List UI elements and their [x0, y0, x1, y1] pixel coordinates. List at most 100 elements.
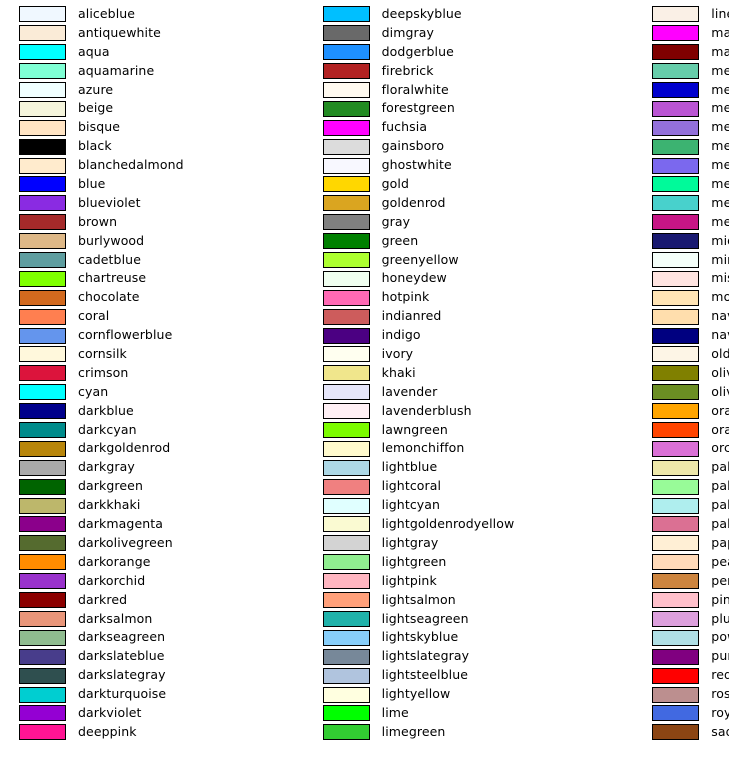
color-swatch[interactable] — [652, 592, 700, 609]
color-swatch[interactable] — [19, 138, 66, 155]
color-row[interactable]: mediumturquoise — [652, 194, 729, 213]
color-row[interactable]: mediumslateblue — [652, 156, 729, 175]
color-swatch[interactable] — [322, 365, 370, 382]
color-swatch[interactable] — [19, 535, 66, 552]
color-row[interactable]: blue — [19, 175, 105, 194]
color-row[interactable]: mediumaquamarine — [652, 62, 729, 81]
color-swatch[interactable] — [652, 195, 700, 212]
color-swatch[interactable] — [322, 214, 370, 231]
color-row[interactable]: limegreen — [322, 723, 446, 742]
color-row[interactable]: goldenrod — [322, 194, 446, 213]
color-swatch[interactable] — [19, 44, 66, 61]
color-row[interactable]: beige — [19, 99, 113, 118]
color-row[interactable]: lime — [322, 704, 409, 723]
color-swatch[interactable] — [322, 327, 370, 344]
color-row[interactable]: dodgerblue — [322, 43, 454, 62]
color-swatch[interactable] — [652, 44, 700, 61]
color-swatch[interactable] — [19, 724, 66, 741]
color-swatch[interactable] — [652, 478, 700, 495]
color-row[interactable]: ghostwhite — [322, 156, 452, 175]
color-row[interactable]: chartreuse — [19, 269, 146, 288]
color-row[interactable]: mediumseagreen — [652, 137, 729, 156]
color-swatch[interactable] — [652, 440, 700, 457]
color-row[interactable]: lavenderblush — [322, 402, 472, 421]
color-swatch[interactable] — [19, 686, 66, 703]
color-row[interactable]: greenyellow — [322, 251, 459, 270]
color-swatch[interactable] — [322, 516, 370, 533]
color-row[interactable]: mediumorchid — [652, 99, 729, 118]
color-row[interactable]: lightyellow — [322, 685, 451, 704]
color-row[interactable]: aqua — [19, 43, 110, 62]
color-row[interactable]: honeydew — [322, 269, 447, 288]
color-swatch[interactable] — [19, 554, 66, 571]
color-swatch[interactable] — [652, 554, 700, 571]
color-swatch[interactable] — [652, 629, 700, 646]
color-row[interactable]: deeppink — [19, 723, 137, 742]
color-row[interactable]: darkkhaki — [19, 496, 140, 515]
color-row[interactable]: cornsilk — [19, 345, 127, 364]
color-swatch[interactable] — [19, 63, 66, 80]
color-row[interactable]: mistyrose — [652, 269, 729, 288]
color-swatch[interactable] — [322, 459, 370, 476]
color-row[interactable]: darkgray — [19, 458, 135, 477]
color-swatch[interactable] — [322, 629, 370, 646]
color-swatch[interactable] — [19, 214, 66, 231]
color-row[interactable]: rosybrown — [652, 685, 729, 704]
color-row[interactable]: darkgoldenrod — [19, 439, 170, 458]
color-row[interactable]: mediumspringgreen — [652, 175, 729, 194]
color-row[interactable]: aquamarine — [19, 62, 154, 81]
color-swatch[interactable] — [322, 724, 370, 741]
color-row[interactable]: powderblue — [652, 628, 729, 647]
color-swatch[interactable] — [19, 157, 66, 174]
color-swatch[interactable] — [19, 573, 66, 590]
color-swatch[interactable] — [322, 233, 370, 250]
color-row[interactable]: plum — [652, 610, 729, 629]
color-swatch[interactable] — [652, 270, 700, 287]
color-row[interactable]: navy — [652, 326, 729, 345]
color-row[interactable]: lightskyblue — [322, 628, 459, 647]
color-row[interactable]: mediumvioletred — [652, 213, 729, 232]
color-swatch[interactable] — [322, 705, 370, 722]
color-row[interactable]: pink — [652, 591, 729, 610]
color-swatch[interactable] — [19, 308, 66, 325]
color-row[interactable]: bisque — [19, 118, 120, 137]
color-swatch[interactable] — [322, 403, 370, 420]
color-swatch[interactable] — [322, 346, 370, 363]
color-swatch[interactable] — [322, 384, 370, 401]
color-swatch[interactable] — [652, 516, 700, 533]
color-row[interactable]: peru — [652, 572, 729, 591]
color-row[interactable]: purple — [652, 647, 729, 666]
color-row[interactable]: firebrick — [322, 62, 434, 81]
color-swatch[interactable] — [322, 610, 370, 627]
color-swatch[interactable] — [322, 686, 370, 703]
color-swatch[interactable] — [19, 478, 66, 495]
color-swatch[interactable] — [19, 629, 66, 646]
color-swatch[interactable] — [322, 176, 370, 193]
color-swatch[interactable] — [19, 233, 66, 250]
color-row[interactable]: green — [322, 232, 419, 251]
color-row[interactable]: burlywood — [19, 232, 144, 251]
color-row[interactable]: forestgreen — [322, 99, 455, 118]
color-row[interactable]: gainsboro — [322, 137, 445, 156]
color-swatch[interactable] — [652, 289, 700, 306]
color-swatch[interactable] — [19, 648, 66, 665]
color-row[interactable]: fuchsia — [322, 118, 427, 137]
color-row[interactable]: floralwhite — [322, 81, 449, 100]
color-swatch[interactable] — [322, 157, 370, 174]
color-row[interactable]: lavender — [322, 383, 438, 402]
color-row[interactable]: darksalmon — [19, 610, 152, 629]
color-swatch[interactable] — [652, 648, 700, 665]
color-swatch[interactable] — [322, 138, 370, 155]
color-swatch[interactable] — [322, 422, 370, 439]
color-row[interactable]: moccasin — [652, 288, 729, 307]
color-swatch[interactable] — [322, 289, 370, 306]
color-row[interactable]: navajowhite — [652, 307, 729, 326]
color-row[interactable]: lightcyan — [322, 496, 440, 515]
color-row[interactable]: lightgoldenrodyellow — [322, 515, 515, 534]
color-swatch[interactable] — [19, 384, 66, 401]
color-swatch[interactable] — [652, 252, 700, 269]
color-swatch[interactable] — [652, 82, 700, 98]
color-row[interactable]: chocolate — [19, 288, 140, 307]
color-row[interactable]: magenta — [652, 24, 729, 43]
color-row[interactable]: lightgreen — [322, 553, 447, 572]
